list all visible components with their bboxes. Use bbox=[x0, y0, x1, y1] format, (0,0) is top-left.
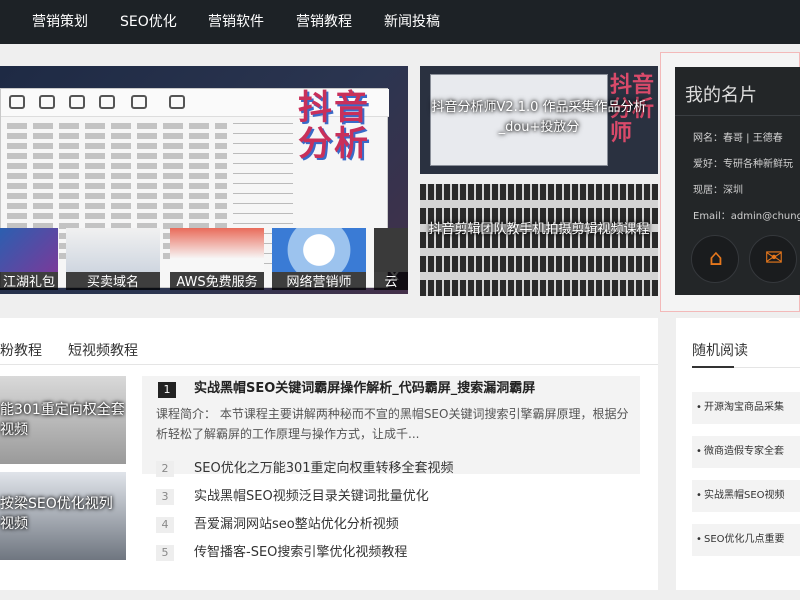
article-title[interactable]: SEO优化之万能301重定向权重转移全套视频 bbox=[194, 458, 454, 480]
list-item[interactable]: 开源淘宝商品采集 bbox=[692, 392, 800, 424]
video-caption: 按梁SEO优化视列视频 bbox=[0, 496, 113, 532]
card-video-grid bbox=[420, 184, 658, 296]
mail-icon: ✉ bbox=[764, 246, 784, 271]
article-rank: 4 bbox=[156, 517, 174, 533]
top-nav: 营销策划 SEO优化 营销软件 营销教程 新闻投稿 bbox=[0, 0, 800, 44]
profile-card: 我的名片 网名：春哥 | 王德春 爱好：专研各种新鲜玩 现居：深圳 Email：… bbox=[675, 67, 800, 295]
profile-email: Email：admin@chung bbox=[693, 211, 800, 222]
list-item[interactable]: 实战黑帽SEO视频 bbox=[692, 480, 800, 512]
thumb-caption: 云 bbox=[374, 272, 408, 290]
random-read-title: 随机阅读 bbox=[692, 343, 748, 359]
mail-button[interactable]: ✉ bbox=[749, 235, 797, 283]
article-title[interactable]: 传智播客-SEO搜索引擎优化视频教程 bbox=[194, 542, 407, 564]
profile-hobby: 爱好：专研各种新鲜玩 bbox=[693, 159, 793, 170]
thumb-item[interactable]: 买卖域名 bbox=[66, 228, 160, 290]
video-caption: 能301重定向权全套视频 bbox=[0, 402, 125, 438]
nav-item-marketing-plan[interactable]: 营销策划 bbox=[32, 0, 88, 44]
feature-card-douyin-analyst[interactable]: 抖音分析师 抖音分析师V2.1.0 作品采集作品分析_dou+投放分 bbox=[420, 66, 658, 174]
hero-thumbnails: 江湖礼包 买卖域名 AWS免费服务 网络营销师 云 bbox=[0, 222, 408, 294]
profile-nickname: 网名：春哥 | 王德春 bbox=[693, 133, 783, 144]
profile-location: 现居：深圳 bbox=[693, 185, 743, 196]
thumb-item[interactable]: 江湖礼包 bbox=[0, 228, 58, 290]
nav-item-tutorials[interactable]: 营销教程 bbox=[296, 0, 352, 44]
profile-card-frame: 我的名片 网名：春哥 | 王德春 爱好：专研各种新鲜玩 现居：深圳 Email：… bbox=[660, 52, 800, 312]
profile-title: 我的名片 bbox=[685, 85, 757, 106]
home-button[interactable]: ⌂ bbox=[691, 235, 739, 283]
nav-item-software[interactable]: 营销软件 bbox=[208, 0, 264, 44]
home-icon: ⌂ bbox=[709, 246, 723, 271]
article-title[interactable]: 实战黑帽SEO视频泛目录关键词批量优化 bbox=[194, 486, 429, 508]
nav-item-news[interactable]: 新闻投稿 bbox=[384, 0, 440, 44]
video-thumb[interactable]: 能301重定向权全套视频 bbox=[0, 376, 126, 464]
list-item[interactable]: SEO优化几点重要 bbox=[692, 524, 800, 556]
article-title[interactable]: 实战黑帽SEO关键词霸屏操作解析_代码霸屏_搜索漏洞霸屏 bbox=[194, 378, 535, 400]
article-section: 粉教程 短视频教程 能301重定向权全套视频 按梁SEO优化视列视频 1 实战黑… bbox=[0, 318, 658, 590]
card-caption: 抖音剪辑团队教手机拍摄剪辑视频课程 bbox=[428, 222, 650, 237]
random-read-panel: 随机阅读 开源淘宝商品采集 微商造假专家全套 实战黑帽SEO视频 SEO优化几点… bbox=[676, 318, 800, 590]
article-rank: 2 bbox=[156, 461, 174, 477]
video-thumb[interactable]: 按梁SEO优化视列视频 bbox=[0, 472, 126, 560]
tab-short-video-tutorial[interactable]: 短视频教程 bbox=[68, 340, 138, 360]
thumb-caption: 买卖域名 bbox=[66, 272, 160, 290]
thumb-item[interactable]: 云 bbox=[374, 228, 408, 290]
nav-item-seo[interactable]: SEO优化 bbox=[120, 0, 177, 44]
article-title[interactable]: 吾爱漏洞网站seo整站优化分析视频 bbox=[194, 514, 399, 536]
thumb-item[interactable]: AWS免费服务 bbox=[170, 228, 264, 290]
thumb-caption: 江湖礼包 bbox=[0, 272, 58, 290]
article-rank: 3 bbox=[156, 489, 174, 505]
thumb-caption: 网络营销师 bbox=[272, 272, 366, 290]
feature-card-video-course[interactable]: 抖音剪辑团队教手机拍摄剪辑视频课程 bbox=[420, 184, 658, 296]
article-summary: 课程简介： 本节课程主要讲解两种秘而不宣的黑帽SEO关键词搜索引擎霸屏原理，根据… bbox=[156, 407, 629, 441]
tab-fans-tutorial[interactable]: 粉教程 bbox=[0, 340, 42, 360]
hero-art-text: 抖音分析 bbox=[298, 88, 370, 164]
article-rank: 5 bbox=[156, 545, 174, 561]
article-rank: 1 bbox=[158, 382, 176, 398]
thumb-item[interactable]: 网络营销师 bbox=[272, 228, 366, 290]
list-item[interactable]: 微商造假专家全套 bbox=[692, 436, 800, 468]
profile-divider bbox=[675, 115, 800, 116]
thumb-caption: AWS免费服务 bbox=[170, 272, 264, 290]
card-caption: 抖音分析师V2.1.0 作品采集作品分析_dou+投放分 bbox=[431, 100, 647, 135]
